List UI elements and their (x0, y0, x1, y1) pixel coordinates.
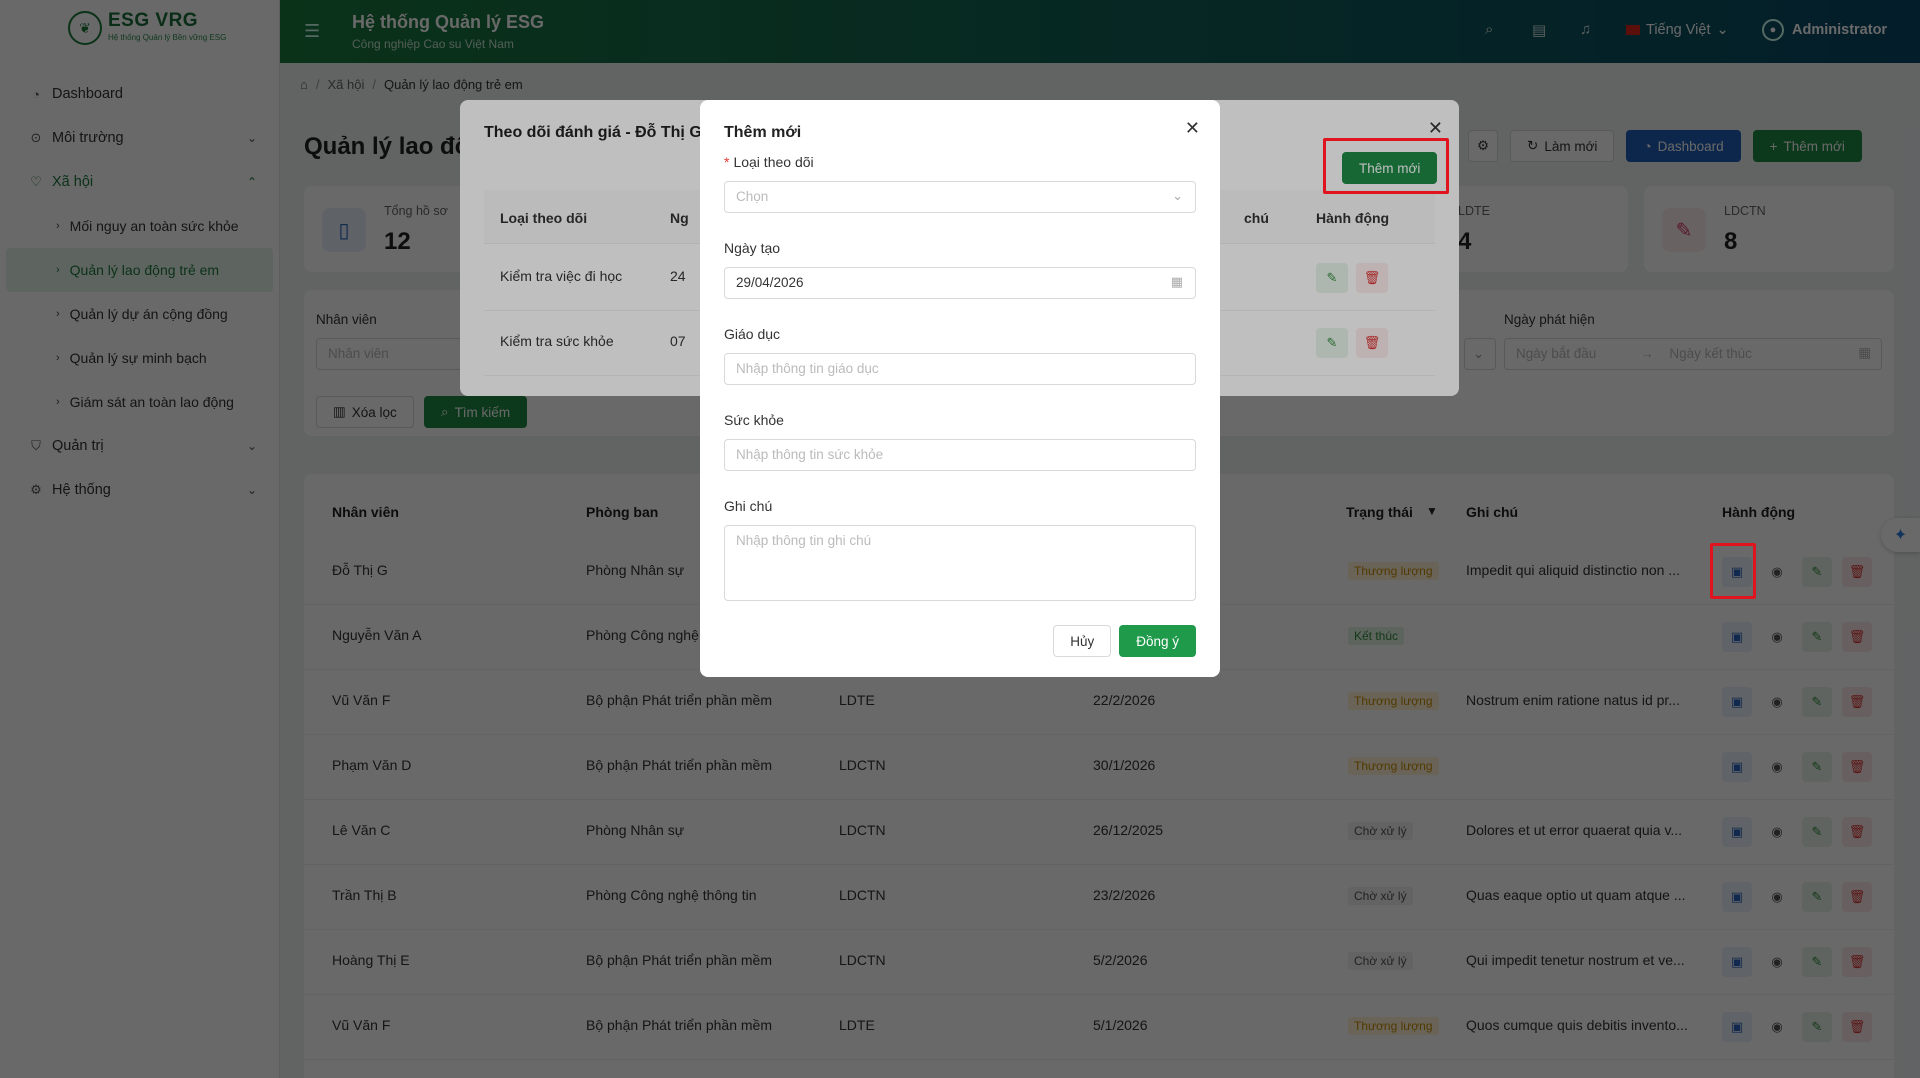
education-label: Giáo dục (724, 326, 781, 342)
confirm-button[interactable]: Đồng ý (1119, 625, 1196, 657)
health-label: Sức khỏe (724, 412, 784, 428)
created-date-label: Ngày tạo (724, 240, 781, 256)
close-icon[interactable]: ✕ (1185, 118, 1200, 139)
cancel-button[interactable]: Hủy (1053, 625, 1112, 657)
note-label: Ghi chú (724, 498, 773, 514)
health-input[interactable]: Nhập thông tin sức khỏe (724, 439, 1196, 471)
add-modal-footer: Hủy Đồng ý (1053, 625, 1196, 657)
add-tracking-modal: Thêm mới ✕ * Loại theo dõi Chọn ⌄ Ngày tạ… (700, 100, 1220, 677)
tracking-type-label: * Loại theo dõi (724, 154, 814, 170)
tracking-type-label-text: Loại theo dõi (733, 154, 814, 170)
chevron-down-icon: ⌄ (1172, 188, 1183, 203)
education-input[interactable]: Nhập thông tin giáo dục (724, 353, 1196, 385)
calendar-icon: ▦ (1170, 274, 1183, 289)
tracking-type-select[interactable]: Chọn ⌄ (724, 181, 1196, 213)
created-date-value: 29/04/2026 (736, 275, 804, 290)
required-marker: * (724, 154, 730, 170)
add-modal-title: Thêm mới (724, 124, 802, 141)
note-textarea[interactable]: Nhập thông tin ghi chú (724, 525, 1196, 601)
tracking-type-placeholder: Chọn (736, 189, 769, 204)
created-date-picker[interactable]: 29/04/2026 ▦ (724, 267, 1196, 299)
